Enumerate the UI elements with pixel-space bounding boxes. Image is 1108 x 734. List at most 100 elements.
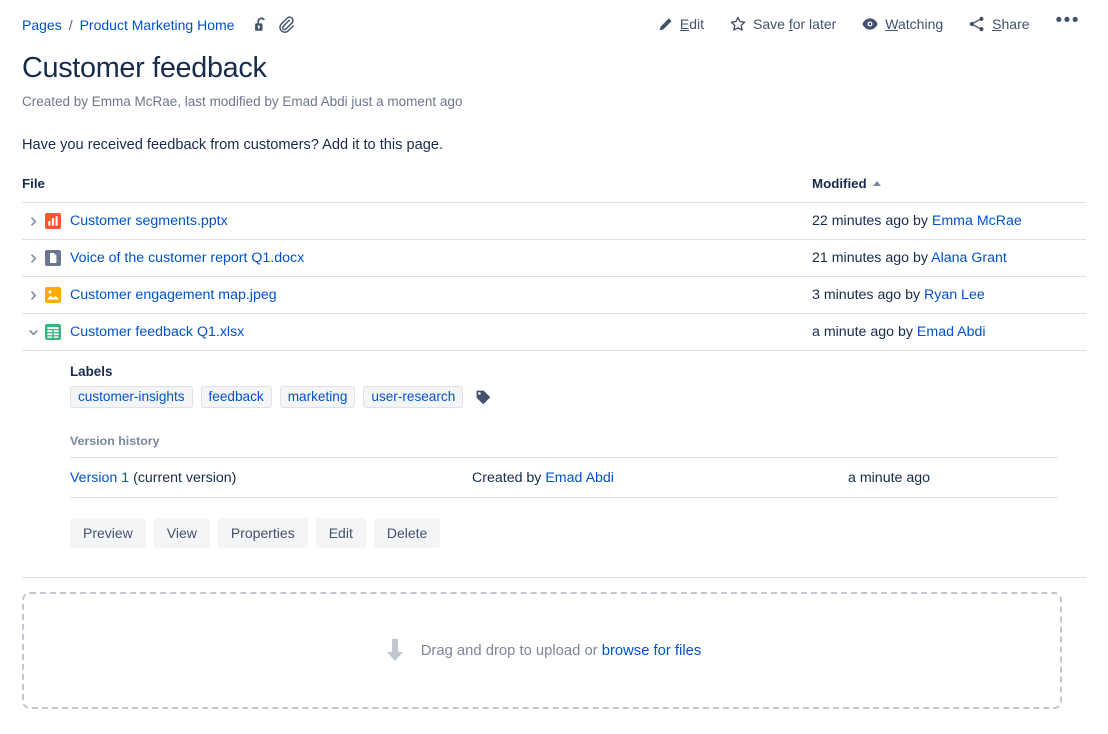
attachment-modified-cell: 21 minutes ago by Alana Grant [812, 239, 1086, 277]
version-current-suffix: (current version) [129, 470, 237, 486]
dropzone-divider [22, 577, 1086, 578]
unlocked-padlock-icon[interactable] [254, 16, 269, 33]
label-chip[interactable]: marketing [279, 386, 356, 408]
dropzone-text: Drag and drop to upload or browse for fi… [421, 643, 702, 659]
attachment-name-link[interactable]: Customer engagement map.jpeg [70, 287, 277, 303]
pencil-icon [658, 17, 673, 32]
label-chip[interactable]: user-research [363, 386, 464, 408]
version-history-heading: Version history [70, 434, 160, 448]
properties-button[interactable]: Properties [217, 518, 308, 548]
page-toolbar: Pages / Product Marketing Home Edit Save… [0, 0, 1108, 44]
column-header-modified[interactable]: Modified [812, 176, 1086, 203]
attachment-file-cell: Customer segments.pptx [22, 202, 812, 240]
share-label: hare [1001, 16, 1030, 32]
label-chip[interactable]: feedback [200, 386, 272, 408]
attachment-file-cell: Customer engagement map.jpeg [22, 276, 812, 314]
image-file-icon [44, 286, 62, 304]
version-link[interactable]: Version 1 [70, 470, 129, 486]
browse-for-files-link[interactable]: browse for files [602, 643, 702, 659]
attachment-modified-by-link[interactable]: Ryan Lee [924, 287, 985, 303]
attachment-modified-cell: 22 minutes ago by Emma McRae [812, 202, 1086, 240]
attachments-table: File Modified Customer segments.pptx 22 m… [22, 176, 1086, 351]
page-actions: Edit Save for later Watching Share ••• [658, 11, 1088, 32]
attachment-modified-time: a minute ago by [812, 324, 917, 340]
save-for-later-label-part2: or later [792, 16, 837, 32]
word-document-file-icon [44, 249, 62, 267]
page-byline: Created by Emma McRae, last modified by … [22, 94, 463, 109]
chevron-right-icon[interactable] [22, 253, 44, 264]
version-author-link[interactable]: Emad Abdi [545, 470, 614, 486]
labels-list: customer-insights feedback marketing user-r… [70, 386, 1108, 408]
edit-button[interactable]: Edit [658, 16, 704, 32]
more-horizontal-icon[interactable]: ••• [1056, 11, 1080, 32]
breadcrumb-separator: / [68, 16, 73, 33]
watching-label: atching [898, 16, 944, 32]
version-history-table: Version 1 (current version) Created by E… [70, 457, 1058, 498]
breadcrumb-item-space[interactable]: Product Marketing Home [80, 17, 235, 33]
delete-button[interactable]: Delete [373, 518, 441, 548]
page-title: Customer feedback [22, 52, 267, 84]
attachment-modified-time: 21 minutes ago by [812, 250, 932, 266]
attachment-modified-cell: 3 minutes ago by Ryan Lee [812, 276, 1086, 314]
column-header-modified-label: Modified [812, 176, 867, 191]
watching-button[interactable]: Watching [862, 16, 943, 32]
share-button[interactable]: Share [969, 16, 1030, 32]
table-row: Customer engagement map.jpeg 3 minutes ag… [22, 276, 1086, 314]
preview-button[interactable]: Preview [70, 518, 146, 548]
tag-icon[interactable] [475, 389, 492, 406]
table-row: Customer segments.pptx 22 minutes ago by … [22, 202, 1086, 240]
page-intro-text: Have you received feedback from customer… [22, 137, 444, 153]
watching-accesskey: W [885, 16, 898, 32]
attachment-file-cell: Voice of the customer report Q1.docx [22, 239, 812, 277]
page-header: Customer feedback Created by Emma McRae,… [0, 52, 1108, 153]
paperclip-icon[interactable] [278, 16, 295, 33]
star-icon [730, 16, 746, 32]
upload-dropzone[interactable]: Drag and drop to upload or browse for fi… [22, 592, 1062, 709]
powerpoint-file-icon [44, 212, 62, 230]
attachment-modified-cell: a minute ago by Emad Abdi [812, 313, 1086, 351]
version-cell-name: Version 1 (current version) [70, 457, 472, 498]
version-cell-time: a minute ago [848, 457, 1058, 498]
label-chip[interactable]: customer-insights [70, 386, 193, 408]
save-for-later-label-part1: Save [753, 16, 789, 32]
attachment-modified-by-link[interactable]: Emma McRae [932, 213, 1022, 229]
breadcrumb-item-pages[interactable]: Pages [22, 17, 62, 33]
attachments-section: File Modified Customer segments.pptx 22 m… [0, 176, 1108, 351]
share-icon [969, 16, 985, 32]
chevron-right-icon[interactable] [22, 216, 44, 227]
edit-button[interactable]: Edit [315, 518, 366, 548]
table-header-row: File Modified [22, 176, 1086, 203]
attachment-detail-panel: Labels customer-insights feedback marketin… [0, 351, 1108, 548]
eye-icon [862, 17, 878, 31]
breadcrumb-icons [254, 16, 295, 33]
attachment-modified-by-link[interactable]: Emad Abdi [917, 324, 986, 340]
down-arrow-icon [383, 637, 407, 665]
table-row: Voice of the customer report Q1.docx 21 m… [22, 239, 1086, 277]
attachment-modified-time: 22 minutes ago by [812, 213, 932, 229]
spreadsheet-file-icon [44, 323, 62, 341]
version-created-by-prefix: Created by [472, 470, 546, 486]
chevron-down-icon[interactable] [22, 327, 44, 338]
labels-heading: Labels [70, 364, 113, 379]
share-accesskey: S [992, 16, 1002, 32]
attachment-name-link[interactable]: Customer segments.pptx [70, 213, 228, 229]
attachment-name-link[interactable]: Customer feedback Q1.xlsx [70, 324, 244, 340]
edit-label: dit [689, 16, 705, 32]
breadcrumb: Pages / Product Marketing Home [22, 16, 295, 33]
sort-ascending-icon[interactable] [872, 181, 881, 186]
table-row: Customer feedback Q1.xlsx a minute ago by… [22, 313, 1086, 351]
attachment-name-link[interactable]: Voice of the customer report Q1.docx [70, 250, 304, 266]
attachment-modified-time: 3 minutes ago by [812, 287, 924, 303]
version-cell-author: Created by Emad Abdi [472, 457, 848, 498]
view-button[interactable]: View [153, 518, 210, 548]
chevron-right-icon[interactable] [22, 290, 44, 301]
column-header-file[interactable]: File [22, 176, 812, 203]
dropzone-label: Drag and drop to upload or [420, 642, 602, 659]
save-for-later-button[interactable]: Save for later [730, 16, 836, 32]
confluence-page: Pages / Product Marketing Home Edit Save… [0, 0, 1108, 734]
attachment-file-cell: Customer feedback Q1.xlsx [22, 313, 812, 351]
version-row: Version 1 (current version) Created by E… [70, 457, 1058, 498]
edit-label-accesskey: E [679, 16, 690, 32]
attachment-action-buttons: Preview View Properties Edit Delete [70, 518, 1108, 548]
attachment-modified-by-link[interactable]: Alana Grant [931, 250, 1007, 266]
